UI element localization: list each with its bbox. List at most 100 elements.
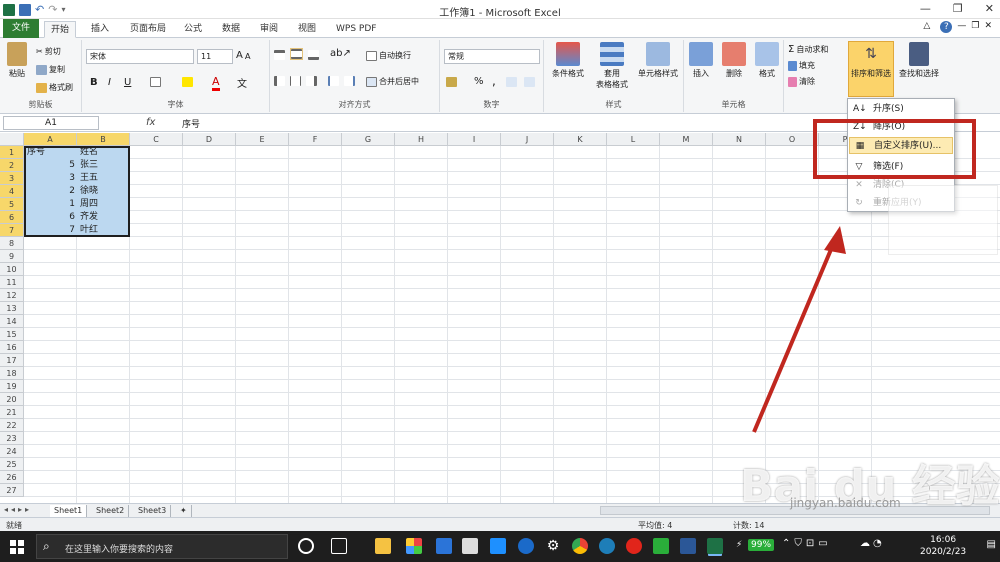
autosum-button[interactable]: Σ 自动求和 <box>788 44 828 55</box>
row-header-3[interactable]: 3 <box>0 172 24 185</box>
battery-indicator[interactable]: 99% <box>748 539 775 551</box>
wechat-icon[interactable] <box>653 538 669 554</box>
cell-b5[interactable]: 周四 <box>78 198 130 211</box>
align-bottom-button[interactable] <box>308 50 319 60</box>
format-as-table-button[interactable]: 套用 表格格式 <box>590 42 634 90</box>
bold-button[interactable]: B <box>90 77 98 88</box>
column-header-d[interactable]: D <box>183 133 236 146</box>
row-header-26[interactable]: 26 <box>0 471 24 484</box>
fill-color-button[interactable] <box>182 77 193 87</box>
row-header-19[interactable]: 19 <box>0 380 24 393</box>
settings-gear-icon[interactable]: ⚙ <box>545 538 561 554</box>
column-header-b[interactable]: B <box>77 133 130 146</box>
delete-cells-button[interactable]: 删除 <box>717 42 751 79</box>
remote-desktop-icon[interactable] <box>490 538 506 554</box>
insert-cells-button[interactable]: 插入 <box>684 42 718 79</box>
row-header-16[interactable]: 16 <box>0 341 24 354</box>
tab-wps-pdf[interactable]: WPS PDF <box>330 21 382 38</box>
row-header-24[interactable]: 24 <box>0 445 24 458</box>
row-header-25[interactable]: 25 <box>0 458 24 471</box>
restore-button[interactable]: ❐ <box>953 2 963 15</box>
cell-a4[interactable]: 2 <box>25 185 77 198</box>
underline-button[interactable]: U <box>124 77 131 88</box>
tab-page-layout[interactable]: 页面布局 <box>124 21 172 38</box>
row-header-2[interactable]: 2 <box>0 159 24 172</box>
find-select-button[interactable]: 查找和选择 <box>894 42 944 79</box>
notifications-icon[interactable]: ▤ <box>987 539 996 550</box>
format-painter-button[interactable]: 格式刷 <box>36 82 73 93</box>
row-header-11[interactable]: 11 <box>0 276 24 289</box>
min-workbook-button[interactable]: — <box>957 21 966 33</box>
cell-a6[interactable]: 6 <box>25 211 77 224</box>
accounting-format-button[interactable] <box>446 77 457 87</box>
column-header-e[interactable]: E <box>236 133 289 146</box>
comma-button[interactable]: , <box>492 74 496 88</box>
font-color-button[interactable]: A <box>212 75 220 91</box>
cell-a5[interactable]: 1 <box>25 198 77 211</box>
cortana-icon[interactable] <box>298 538 314 554</box>
sheet-tab-2[interactable]: Sheet2 <box>92 505 130 517</box>
clear-button[interactable]: 清除 <box>788 76 815 87</box>
format-cells-button[interactable]: 格式 <box>750 42 784 79</box>
row-header-1[interactable]: 1 <box>0 146 24 159</box>
windows-start-icon[interactable] <box>10 540 24 554</box>
copy-button[interactable]: 复制 <box>36 64 65 75</box>
clock[interactable]: 16:06 2020/2/23 <box>920 534 966 558</box>
column-header-o[interactable]: O <box>766 133 819 146</box>
close-button[interactable]: ✕ <box>985 2 994 15</box>
row-header-8[interactable]: 8 <box>0 237 24 250</box>
align-right-button[interactable] <box>306 76 317 86</box>
merge-center-button[interactable]: 合并后居中 <box>366 76 419 87</box>
tab-view[interactable]: 视图 <box>292 21 322 38</box>
wrap-text-button[interactable]: 自动换行 <box>366 50 411 61</box>
cut-button[interactable]: ✂ 剪切 <box>36 46 61 57</box>
increase-decimal-button[interactable] <box>506 77 517 87</box>
conditional-format-button[interactable]: 条件格式 <box>546 42 590 79</box>
phonetic-button[interactable]: 文 <box>237 75 247 90</box>
row-header-12[interactable]: 12 <box>0 289 24 302</box>
row-header-14[interactable]: 14 <box>0 315 24 328</box>
row-header-7[interactable]: 7 <box>0 224 24 237</box>
mail-icon[interactable] <box>462 538 478 554</box>
formula-input[interactable]: 序号 <box>182 117 200 130</box>
decrease-decimal-button[interactable] <box>524 77 535 87</box>
row-header-22[interactable]: 22 <box>0 419 24 432</box>
sheet-tab-3[interactable]: Sheet3 <box>134 505 172 517</box>
row-header-5[interactable]: 5 <box>0 198 24 211</box>
align-top-button[interactable] <box>274 50 285 60</box>
column-header-n[interactable]: N <box>713 133 766 146</box>
column-header-i[interactable]: I <box>448 133 501 146</box>
row-header-21[interactable]: 21 <box>0 406 24 419</box>
cell-b4[interactable]: 徐晓 <box>78 185 130 198</box>
column-header-g[interactable]: G <box>342 133 395 146</box>
cell-b1[interactable]: 姓名 <box>78 146 130 159</box>
cell-b6[interactable]: 齐发 <box>78 211 130 224</box>
row-header-18[interactable]: 18 <box>0 367 24 380</box>
row-header-15[interactable]: 15 <box>0 328 24 341</box>
task-view-icon[interactable] <box>331 538 347 554</box>
sheet-nav-arrows-icon[interactable]: ◂◂▸▸ <box>4 505 32 514</box>
word-app-icon[interactable] <box>680 538 696 554</box>
row-header-23[interactable]: 23 <box>0 432 24 445</box>
cell-b2[interactable]: 张三 <box>78 159 130 172</box>
increase-indent-button[interactable] <box>344 76 355 86</box>
column-header-c[interactable]: C <box>130 133 183 146</box>
column-header-l[interactable]: L <box>607 133 660 146</box>
cell-a7[interactable]: 7 <box>25 224 77 237</box>
decrease-indent-button[interactable] <box>328 76 339 86</box>
italic-button[interactable]: I <box>108 77 111 88</box>
column-header-j[interactable]: J <box>501 133 554 146</box>
music-app-icon[interactable] <box>626 538 642 554</box>
tab-data[interactable]: 数据 <box>216 21 246 38</box>
edge-browser-icon[interactable] <box>518 538 534 554</box>
menu-item-sort-ascending[interactable]: A↓ 升序(S) <box>849 101 953 118</box>
cell-styles-button[interactable]: 单元格样式 <box>634 42 682 79</box>
sort-filter-button[interactable]: ⇅ 排序和筛选 <box>848 41 894 97</box>
close-workbook-button[interactable]: ✕ <box>984 21 992 33</box>
file-explorer-icon[interactable] <box>375 538 391 554</box>
help-icon[interactable]: ? <box>940 21 953 33</box>
row-header-9[interactable]: 9 <box>0 250 24 263</box>
excel-app-icon[interactable] <box>707 538 723 554</box>
tray-icons[interactable]: ⌃⛉⊡▭ <box>782 538 832 549</box>
chrome-browser-icon[interactable] <box>572 538 588 554</box>
